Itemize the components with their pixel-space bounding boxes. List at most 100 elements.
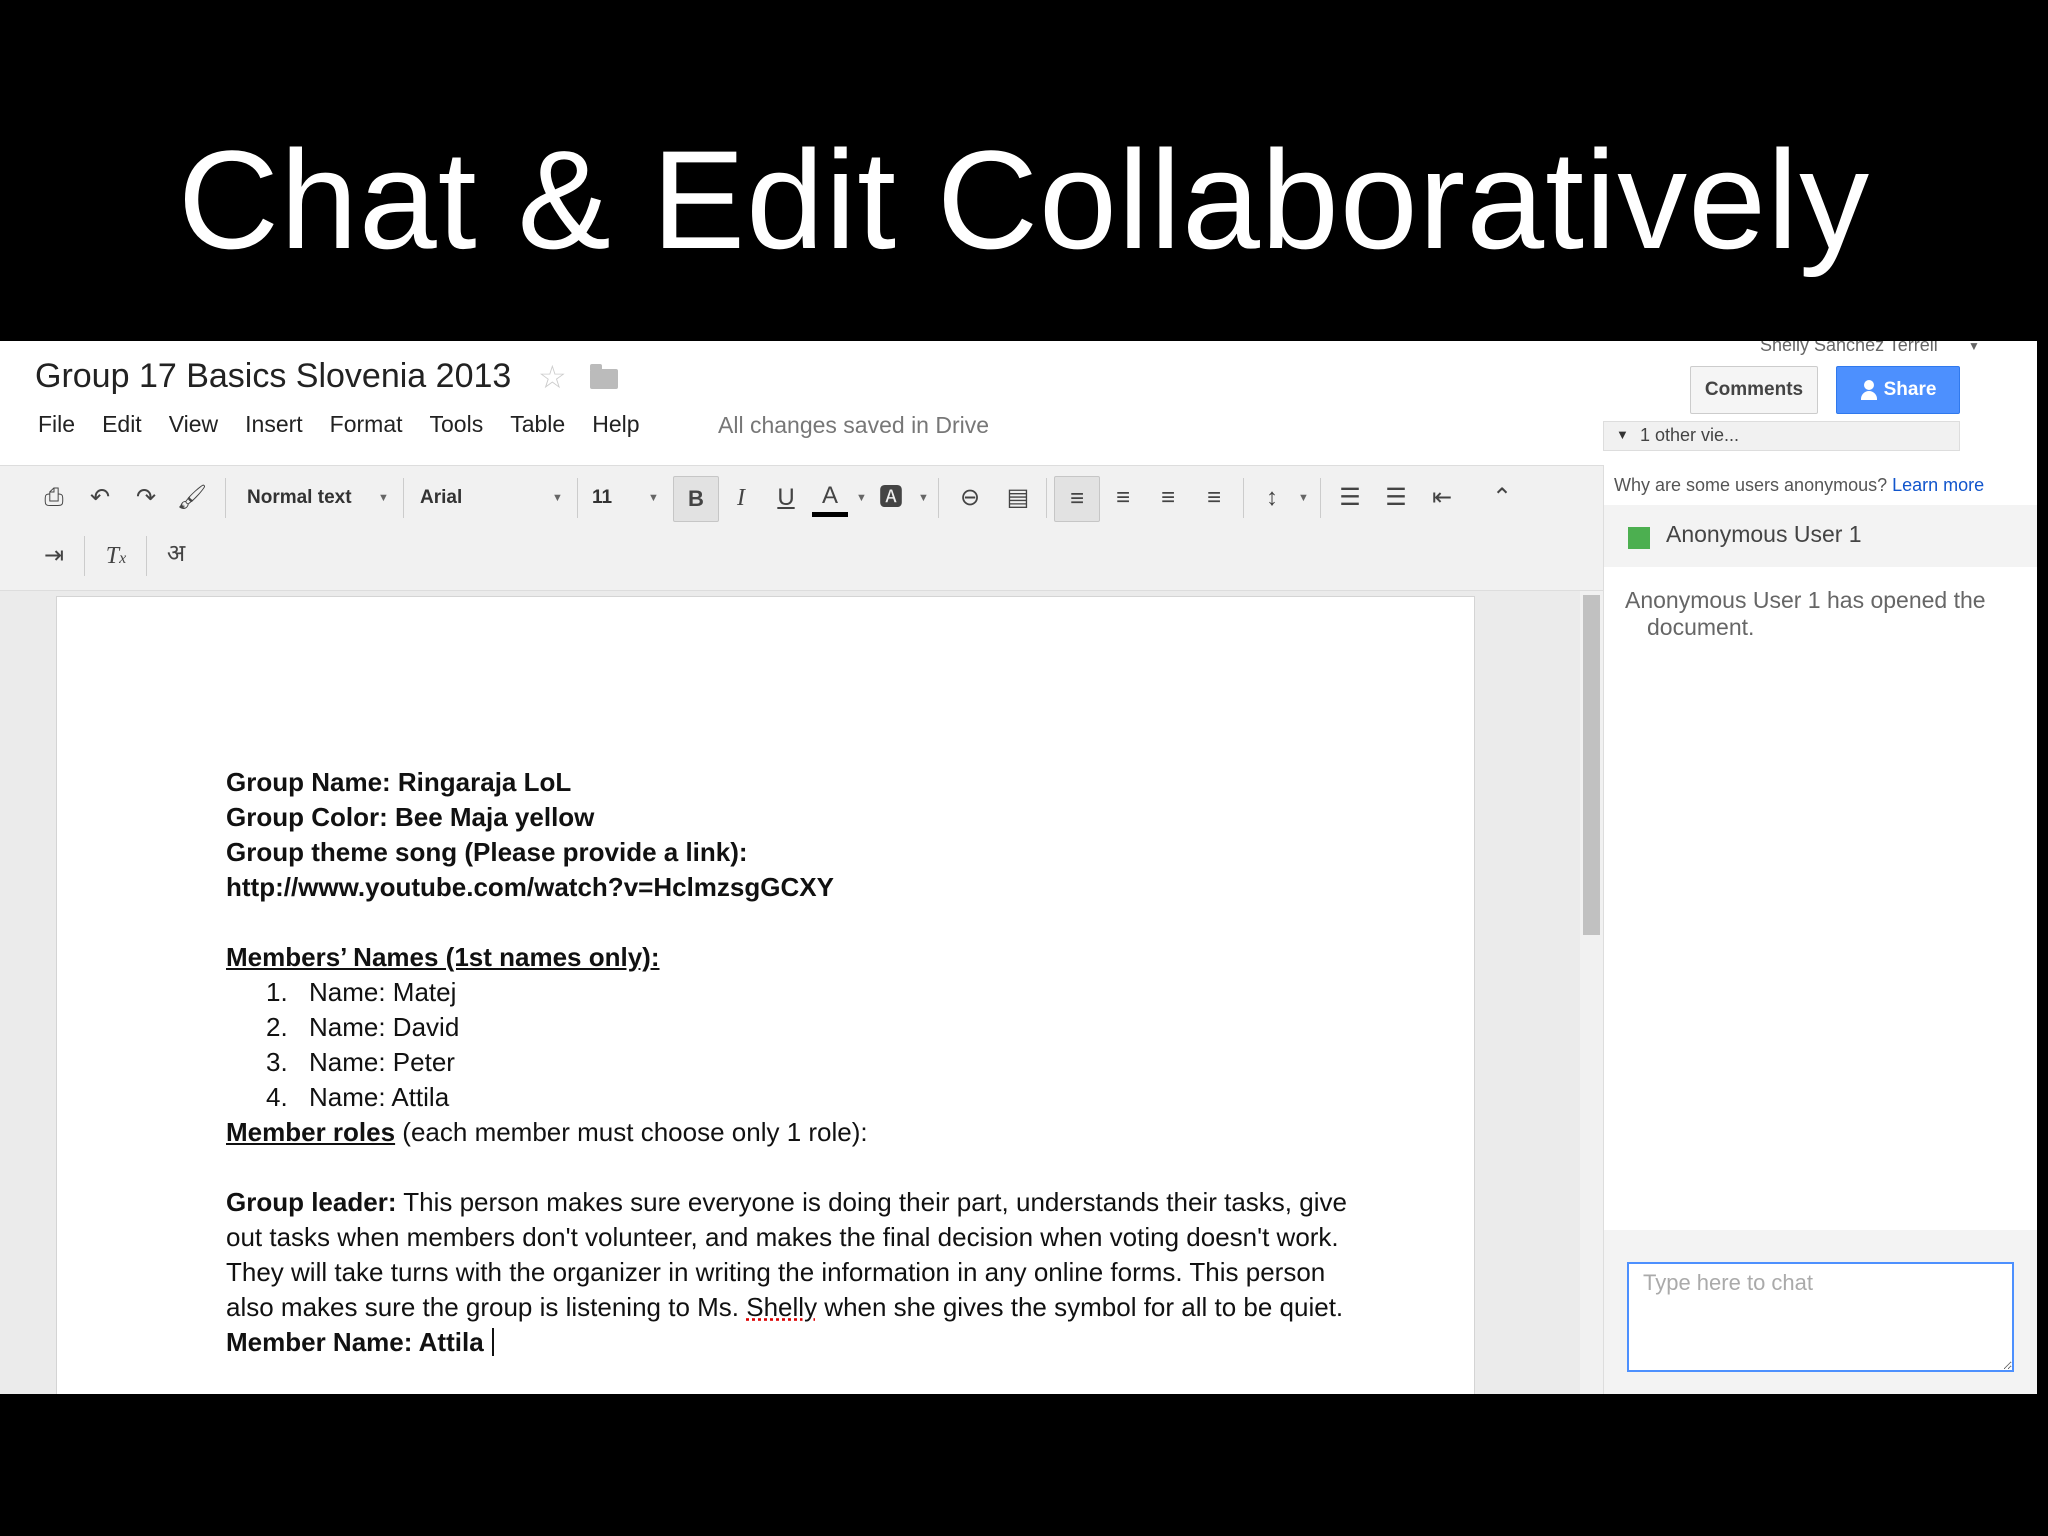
chat-message: Anonymous User 1 has opened the document… [1625, 587, 2025, 641]
toolbar-divider [146, 536, 147, 576]
viewers-toggle[interactable]: ▼ 1 other vie... [1603, 421, 1960, 451]
align-right-icon[interactable]: ≡ [1152, 482, 1184, 514]
align-center-icon[interactable]: ≡ [1107, 482, 1139, 514]
paint-format-icon[interactable]: 🖌 [176, 482, 208, 514]
roles-heading: Member roles [226, 1117, 396, 1147]
leader-label: Group leader: [226, 1187, 397, 1217]
star-icon[interactable]: ☆ [538, 358, 567, 396]
scrollbar-thumb[interactable] [1583, 595, 1600, 935]
italic-button[interactable]: I [725, 482, 757, 514]
list-item: 3. Name: Peter [226, 1045, 1356, 1080]
font-size-caret-icon[interactable]: ▼ [648, 482, 659, 514]
roles-line: Member roles (each member must choose on… [226, 1115, 1356, 1150]
toolbar-divider [1046, 478, 1047, 518]
document-title[interactable]: Group 17 Basics Slovenia 2013 [35, 357, 511, 396]
style-caret-icon[interactable]: ▼ [378, 482, 389, 514]
font-size-select[interactable]: 11 [592, 482, 612, 514]
menu-table[interactable]: Table [510, 411, 565, 438]
menu-help[interactable]: Help [592, 411, 639, 438]
toolbar-divider [577, 478, 578, 518]
anonymous-question: Why are some users anonymous? [1614, 475, 1888, 495]
list-number: 3. [266, 1047, 288, 1077]
comment-icon[interactable]: ▤ [1000, 482, 1036, 514]
menu-insert[interactable]: Insert [245, 411, 303, 438]
share-button[interactable]: Share [1836, 366, 1960, 414]
decrease-indent-icon[interactable]: ⇤ [1426, 482, 1458, 514]
menu-edit[interactable]: Edit [102, 411, 142, 438]
account-name[interactable]: Shelly Sanchez Terrell [1760, 341, 1938, 356]
input-tools-button[interactable]: अ [160, 538, 192, 570]
line-spacing-icon[interactable]: ↕ [1256, 482, 1288, 514]
list-number: 4. [266, 1082, 288, 1112]
roles-note: (each member must choose only 1 role): [395, 1117, 868, 1147]
numbered-list-icon[interactable]: ☰ [1334, 482, 1366, 514]
member-name-text: Member Name: Attila [226, 1327, 484, 1357]
viewer-row[interactable]: Anonymous User 1 [1604, 505, 2037, 567]
share-label: Share [1883, 379, 1937, 400]
save-status: All changes saved in Drive [718, 412, 990, 438]
collapse-menu-icon[interactable]: ⌃ [1486, 482, 1518, 514]
list-text: Name: Matej [309, 977, 457, 1007]
redo-icon[interactable]: ↷ [130, 482, 162, 514]
menu-format[interactable]: Format [330, 411, 403, 438]
line-spacing-caret-icon[interactable]: ▼ [1298, 482, 1309, 514]
font-caret-icon[interactable]: ▼ [552, 482, 563, 514]
toolbar-divider [1243, 478, 1244, 518]
share-person-icon [1860, 380, 1878, 400]
group-color-line: Group Color: Bee Maja yellow [226, 802, 595, 832]
theme-song-link[interactable]: http://www.youtube.com/watch?v=HclmzsgGC… [226, 870, 1356, 905]
toolbar-divider [403, 478, 404, 518]
underline-button[interactable]: U [770, 482, 802, 514]
learn-more-link[interactable]: Learn more [1892, 475, 1984, 495]
group-name-line: Group Name: Ringaraja LoL [226, 767, 572, 797]
menu-tools[interactable]: Tools [430, 411, 484, 438]
viewers-caret-icon: ▼ [1616, 427, 1629, 442]
toolbar-divider [1320, 478, 1321, 518]
print-icon[interactable]: ⎙ [38, 482, 70, 514]
font-select[interactable]: Arial [420, 482, 462, 514]
link-icon[interactable]: ⊖ [952, 482, 988, 514]
document-page[interactable]: Group Name: Ringaraja LoL Group Color: B… [56, 596, 1475, 1394]
comments-button[interactable]: Comments [1690, 366, 1818, 414]
text-color-button[interactable]: A [812, 480, 848, 517]
theme-song-line: Group theme song (Please provide a link)… [226, 837, 748, 867]
list-text: Name: Peter [309, 1047, 455, 1077]
docs-window: Group 17 Basics Slovenia 2013 ☆ Shelly S… [0, 341, 2037, 1394]
highlight-color-icon[interactable]: 🅰 [875, 482, 907, 514]
toolbar: ⎙ ↶ ↷ 🖌 Normal text ▼ Arial ▼ 11 ▼ B I U… [0, 465, 1603, 591]
bold-button[interactable]: B [673, 476, 719, 522]
folder-icon[interactable] [590, 364, 618, 389]
list-item: 1. Name: Matej [226, 975, 1356, 1010]
highlight-caret-icon[interactable]: ▼ [918, 482, 929, 514]
chat-message-line-2: document. [1647, 614, 1755, 640]
user-color-swatch [1628, 527, 1650, 549]
chat-footer [1604, 1230, 2037, 1394]
style-select[interactable]: Normal text [247, 482, 352, 514]
justify-icon[interactable]: ≡ [1198, 482, 1230, 514]
clear-formatting-icon[interactable]: Tx [100, 540, 132, 575]
list-text: Name: David [309, 1012, 460, 1042]
align-left-icon[interactable]: ≡ [1054, 476, 1100, 522]
menubar: File Edit View Insert Format Tools Table… [38, 411, 667, 438]
chat-panel: Why are some users anonymous? Learn more… [1603, 465, 2037, 1394]
list-number: 1. [266, 977, 288, 1007]
member-name-line: Member Name: Attila [226, 1325, 1356, 1360]
menu-file[interactable]: File [38, 411, 75, 438]
text-color-caret-icon[interactable]: ▼ [856, 482, 867, 514]
members-heading: Members’ Names (1st names only): [226, 942, 660, 972]
list-item: 4. Name: Attila [226, 1080, 1356, 1115]
chat-input[interactable] [1627, 1262, 2014, 1372]
slide-title: Chat & Edit Collaboratively [177, 121, 1871, 278]
bulleted-list-icon[interactable]: ☰ [1380, 482, 1412, 514]
undo-icon[interactable]: ↶ [84, 482, 116, 514]
misspelled-word: Shelly [746, 1292, 818, 1322]
account-caret-icon[interactable]: ▼ [1968, 341, 1980, 353]
list-text: Name: Attila [309, 1082, 450, 1112]
viewers-label: 1 other vie... [1640, 425, 1740, 445]
increase-indent-icon[interactable]: ⇥ [38, 540, 70, 572]
document-body[interactable]: Group Name: Ringaraja LoL Group Color: B… [226, 765, 1356, 1360]
viewer-name: Anonymous User 1 [1666, 521, 1862, 547]
menu-view[interactable]: View [169, 411, 218, 438]
